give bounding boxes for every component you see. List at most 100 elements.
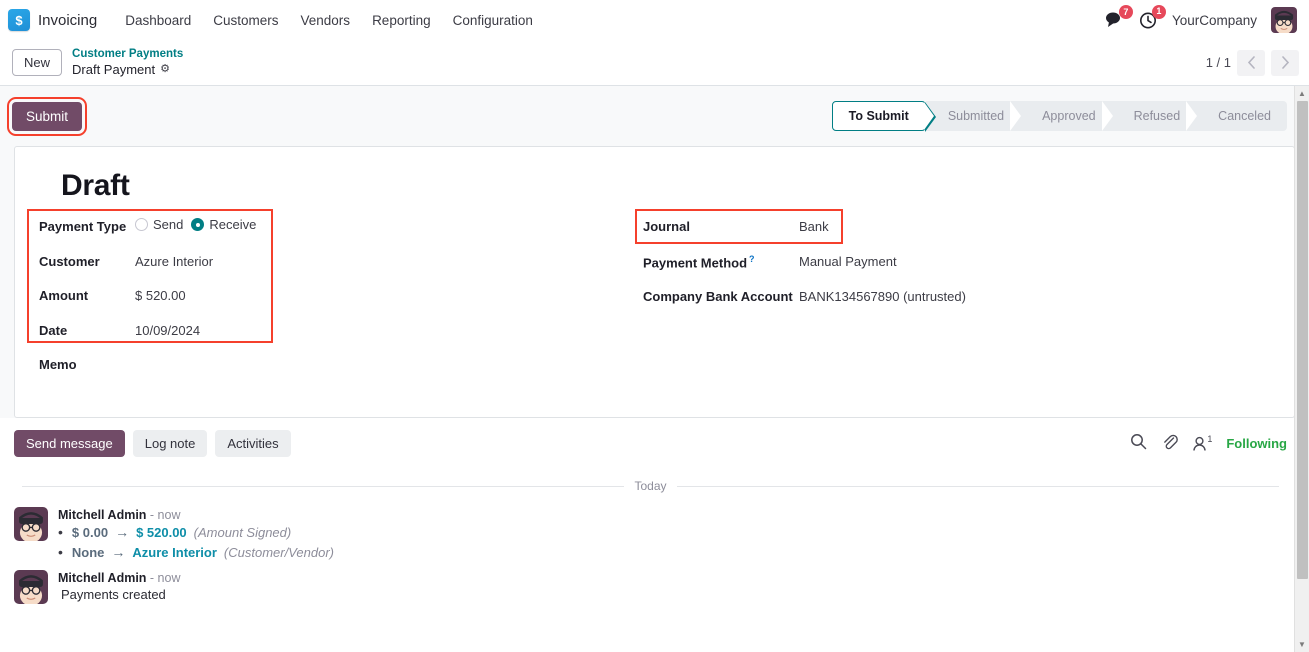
chevron-right-icon [1281, 56, 1289, 69]
avatar[interactable] [14, 507, 48, 541]
status-step-refused[interactable]: Refused [1111, 101, 1197, 131]
breadcrumb-current-label: Draft Payment [72, 61, 156, 77]
messages-button[interactable]: 7 [1105, 5, 1133, 29]
scrollbar-thumb[interactable] [1297, 101, 1308, 579]
navbar-right: 7 1 YourCompany [1105, 4, 1299, 33]
send-message-button[interactable]: Send message [14, 430, 125, 457]
radio-option-send[interactable]: Send [135, 217, 183, 232]
tracking-value-list: $ 0.00 → $ 520.00 (Amount Signed) None →… [58, 524, 334, 560]
chatter: Send message Log note Activities 1 Follo… [0, 418, 1309, 604]
activities-button[interactable]: Activities [215, 430, 291, 457]
triangle-up-icon[interactable]: ▲ [1295, 86, 1309, 101]
field-date: Date 10/09/2024 [39, 321, 639, 340]
field-payment-method: Payment Method? Manual Payment [643, 252, 1270, 272]
payment-type-radio-group: Send Receive [135, 217, 256, 232]
chevron-left-icon [1247, 56, 1255, 69]
amount-input[interactable]: $ 520.00 [135, 286, 186, 305]
message-timestamp: - now [149, 508, 181, 522]
followers-button[interactable]: 1 [1192, 434, 1212, 453]
tracking-field-name: (Customer/Vendor) [223, 544, 334, 560]
new-button[interactable]: New [12, 49, 63, 76]
tracking-field-name: (Amount Signed) [193, 524, 292, 540]
separator-line-left [22, 485, 625, 487]
app-name[interactable]: Invoicing [38, 12, 97, 29]
invoicing-dollar-icon[interactable]: $ [8, 9, 30, 31]
message-header: Mitchell Admin - now [58, 508, 334, 522]
message-author[interactable]: Mitchell Admin [58, 508, 146, 522]
tracking-new-value[interactable]: Azure Interior [132, 545, 217, 560]
record-pager: 1 / 1 [1205, 49, 1299, 76]
status-arrow-icon [923, 102, 934, 130]
submit-button[interactable]: Submit [6, 96, 88, 136]
field-label-date: Date [39, 322, 68, 338]
field-memo: Memo [39, 355, 639, 374]
vertical-scrollbar[interactable]: ▲ ▼ [1294, 86, 1309, 652]
pager-previous-button[interactable] [1237, 49, 1265, 76]
status-step-approved[interactable]: Approved [1020, 101, 1113, 131]
payment-method-input[interactable]: Manual Payment [799, 252, 897, 271]
message-body: Mitchell Admin - now Payments created [58, 570, 181, 604]
breadcrumb-parent-link[interactable]: Customer Payments [72, 47, 183, 61]
status-step-label: Refused [1133, 109, 1181, 123]
journal-input[interactable]: Bank [799, 217, 829, 236]
company-name[interactable]: YourCompany [1172, 13, 1257, 28]
company-bank-account-input[interactable]: BANK134567890 (untrusted) [799, 287, 966, 306]
radio-icon-receive[interactable] [191, 218, 205, 231]
tracking-old-value: $ 0.00 [71, 524, 109, 540]
field-label-amount: Amount [39, 288, 89, 304]
status-step-label: Approved [1042, 109, 1096, 123]
nav-item-reporting[interactable]: Reporting [362, 8, 441, 33]
arrow-right-icon: → [115, 524, 130, 540]
paperclip-icon[interactable] [1161, 433, 1179, 455]
pager-count: 1 / 1 [1205, 55, 1231, 70]
date-input[interactable]: 10/09/2024 [135, 321, 200, 340]
field-journal: Journal Bank [643, 217, 1270, 236]
field-label-company-bank-account: Company Bank Account [643, 289, 793, 305]
radio-option-receive[interactable]: Receive [191, 217, 256, 232]
status-step-canceled[interactable]: Canceled [1196, 101, 1287, 131]
avatar[interactable] [14, 570, 48, 604]
help-question-icon[interactable]: ? [749, 254, 755, 264]
nav-item-vendors[interactable]: Vendors [291, 8, 361, 33]
tracking-new-value: $ 520.00 [136, 524, 187, 540]
field-label-journal: Journal [643, 219, 690, 234]
status-step-to-submit[interactable]: To Submit [831, 101, 937, 132]
messages-badge: 7 [1118, 5, 1133, 19]
form-right-column: Journal Bank Payment Method? Manual Paym… [635, 209, 1270, 390]
tracking-value-row: $ 0.00 → $ 520.00 (Amount Signed) [58, 524, 334, 540]
message-body: Mitchell Admin - now $ 0.00 → $ 520.00 (… [58, 507, 334, 564]
status-step-submitted[interactable]: Submitted [925, 101, 1022, 131]
following-button[interactable]: Following [1226, 436, 1287, 451]
control-panel: Submit To Submit Submitted Approved Refu… [0, 86, 1309, 146]
customer-input[interactable]: Azure Interior [135, 252, 213, 271]
nav-item-dashboard[interactable]: Dashboard [115, 8, 201, 33]
message-timestamp: - now [149, 571, 181, 585]
form-sheet: Draft Payment Type Send Receive Customer… [14, 146, 1295, 418]
radio-label-send: Send [153, 217, 184, 232]
search-icon[interactable] [1130, 433, 1147, 455]
status-step-label: Submitted [947, 109, 1005, 123]
nav-item-customers[interactable]: Customers [203, 8, 288, 33]
activities-button[interactable]: 1 [1139, 4, 1166, 30]
arrow-right-icon: → [111, 544, 126, 560]
message-item: Mitchell Admin - now Payments created [14, 570, 1287, 604]
form-sheet-wrapper: Draft Payment Type Send Receive Customer… [0, 146, 1309, 418]
triangle-down-icon[interactable]: ▼ [1295, 637, 1309, 652]
avatar[interactable] [1271, 7, 1297, 33]
radio-icon-send[interactable] [135, 218, 148, 231]
pager-next-button[interactable] [1271, 49, 1299, 76]
field-payment-type: Payment Type Send Receive [39, 217, 639, 236]
message-header: Mitchell Admin - now [58, 571, 181, 585]
log-note-button[interactable]: Log note [132, 430, 208, 457]
followers-count: 1 [1207, 433, 1213, 444]
field-amount: Amount $ 520.00 [39, 286, 639, 305]
chatter-toolbar: Send message Log note Activities 1 Follo… [14, 430, 1287, 457]
gear-icon[interactable]: ⚙ [160, 63, 170, 77]
payment-method-label-text: Payment Method [643, 254, 748, 270]
nav-item-configuration[interactable]: Configuration [443, 8, 543, 33]
form-left-column: Payment Type Send Receive Customer Azure… [27, 209, 639, 390]
message-item: Mitchell Admin - now $ 0.00 → $ 520.00 (… [14, 507, 1287, 564]
message-author[interactable]: Mitchell Admin [58, 571, 146, 585]
field-customer: Customer Azure Interior [39, 252, 639, 271]
page-title: Draft [61, 169, 130, 202]
